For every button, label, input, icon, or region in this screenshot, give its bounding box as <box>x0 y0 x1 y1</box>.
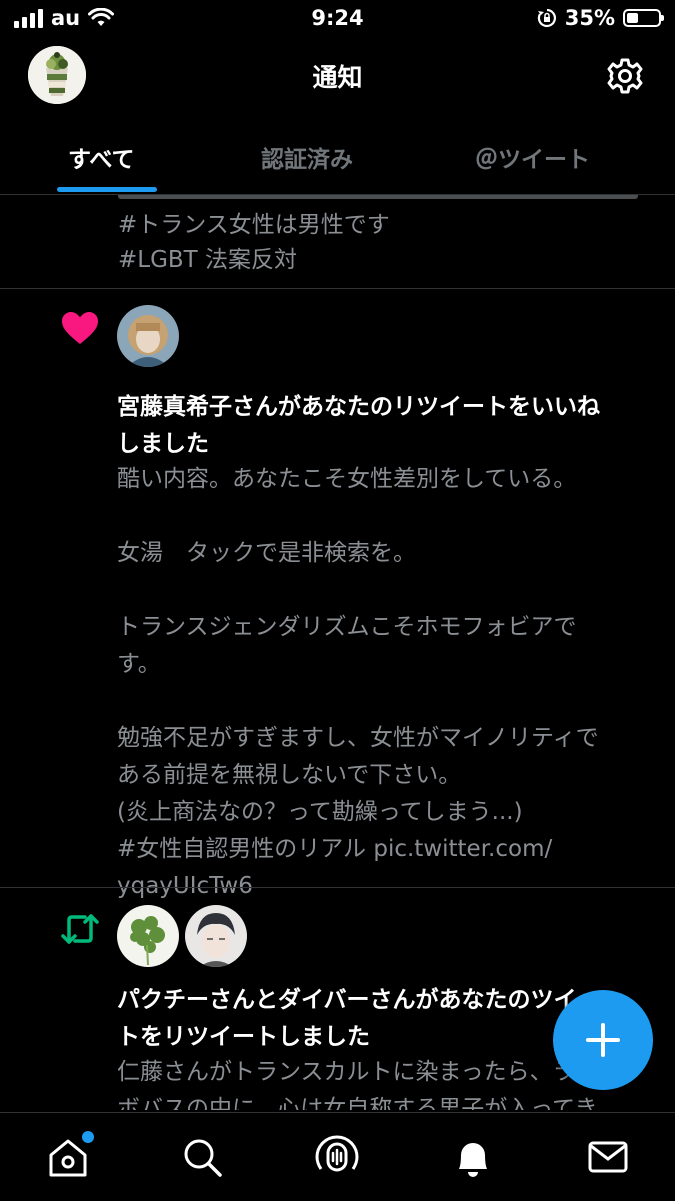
status-right: 35% <box>537 6 664 30</box>
list-item[interactable]: 宮藤真希子さんがあなたのリツイートをいいね しました 酷い内容。あなたこそ女性差… <box>0 289 675 899</box>
hashtag-line[interactable]: #トランス女性は男性です <box>118 207 390 244</box>
mail-icon <box>588 1141 628 1173</box>
nav-search[interactable] <box>180 1135 224 1179</box>
battery-fill <box>627 13 638 23</box>
heart-icon <box>62 312 98 344</box>
nav-notifications[interactable] <box>451 1135 495 1179</box>
tab-mentions[interactable]: ＠ツイート <box>475 140 590 174</box>
battery-icon <box>623 9 664 27</box>
nav-messages[interactable] <box>586 1135 630 1179</box>
search-icon <box>184 1139 222 1177</box>
notification-badge <box>82 1131 94 1143</box>
hashtag-line[interactable]: #LGBT 法案反対 <box>118 242 297 279</box>
status-bar: au 9:24 35% <box>0 0 675 38</box>
tweet-body[interactable]: 酷い内容。あなたこそ女性差別をしている。 女湯 タックで是非検索を。 トランスジ… <box>117 461 662 905</box>
nav-spaces[interactable] <box>315 1135 359 1179</box>
avatar[interactable] <box>117 905 179 967</box>
notification-title: パクチーさんとダイバーさんがあなたのツイー トをリツイートしました <box>117 987 600 1050</box>
rotation-lock-icon <box>537 8 556 28</box>
tab-all[interactable]: すべて <box>68 140 134 174</box>
retweet-icon <box>61 914 99 944</box>
avatar[interactable] <box>117 305 179 367</box>
battery-percent: 35% <box>564 6 615 30</box>
active-tab-indicator <box>57 187 157 192</box>
avatar[interactable] <box>185 905 247 967</box>
page-title: 通知 <box>312 63 363 92</box>
header: 通知 <box>0 38 675 118</box>
spaces-icon <box>315 1135 359 1172</box>
tab-bar: すべて 認証済み ＠ツイート <box>0 118 675 195</box>
bell-icon <box>459 1143 487 1177</box>
gear-icon[interactable] <box>605 56 645 96</box>
nav-home[interactable] <box>46 1131 94 1179</box>
notification-feed[interactable]: #トランス女性は男性です #LGBT 法案反対 宮藤真希子さんがあなたのリツイー… <box>0 195 675 1112</box>
notification-title: 宮藤真希子さんがあなたのリツイートをいいね しました <box>117 394 600 457</box>
compose-plus-icon <box>586 1023 620 1057</box>
tab-verified[interactable]: 認証済み <box>261 140 353 174</box>
bottom-nav <box>0 1112 675 1201</box>
list-item[interactable]: #トランス女性は男性です #LGBT 法案反対 <box>0 195 675 288</box>
compose-tweet-button[interactable] <box>553 990 653 1090</box>
clipped-text-fragment <box>118 195 658 201</box>
